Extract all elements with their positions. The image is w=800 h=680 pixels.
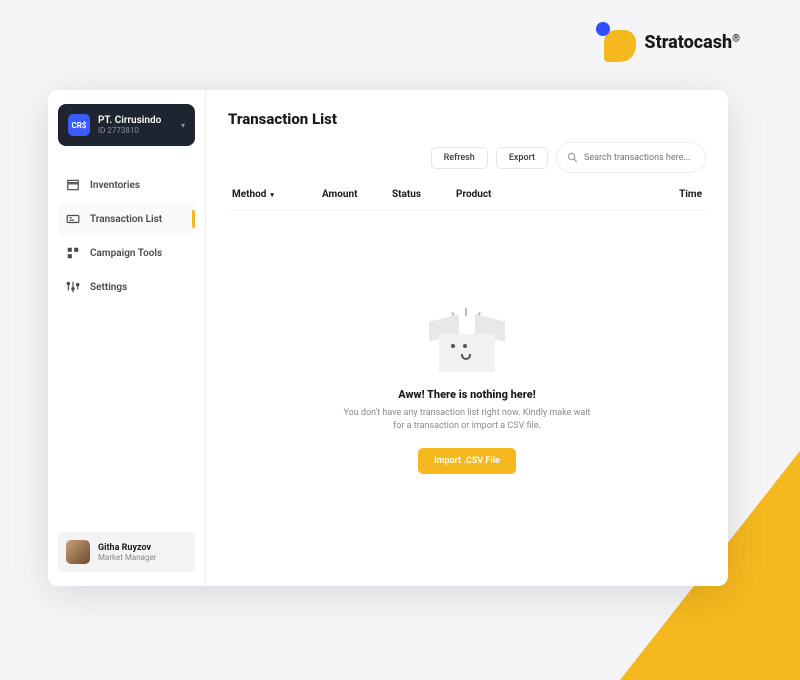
main-content: Transaction List Refresh Export Method ▾… <box>206 90 728 586</box>
column-status[interactable]: Status <box>392 189 456 200</box>
sidebar-item-settings[interactable]: Settings <box>58 270 195 304</box>
sidebar-item-label: Inventories <box>90 180 140 191</box>
brand-name: Stratocash® <box>644 32 740 53</box>
search-box[interactable] <box>556 142 706 173</box>
column-time[interactable]: Time <box>652 189 702 200</box>
sidebar-item-label: Campaign Tools <box>90 248 162 259</box>
settings-icon <box>66 280 80 294</box>
sidebar-item-label: Transaction List <box>90 214 162 225</box>
column-amount[interactable]: Amount <box>322 189 392 200</box>
account-name: PT. Cirrusindo <box>98 115 173 126</box>
empty-description: You don't have any transaction list righ… <box>337 407 597 434</box>
account-switcher[interactable]: CR$ PT. Cirrusindo ID 2773810 ▾ <box>58 104 195 146</box>
search-icon <box>567 148 578 167</box>
import-csv-button[interactable]: Import .CSV File <box>418 448 516 474</box>
chevron-down-icon: ▾ <box>181 121 185 130</box>
user-role: Market Manager <box>98 553 156 562</box>
user-profile-card[interactable]: Githa Ruyzov Market Manager <box>58 532 195 572</box>
inventories-icon <box>66 178 80 192</box>
sidebar: CR$ PT. Cirrusindo ID 2773810 ▾ Inventor… <box>48 90 206 586</box>
sidebar-item-inventories[interactable]: Inventories <box>58 168 195 202</box>
column-product[interactable]: Product <box>456 189 652 200</box>
sidebar-item-label: Settings <box>90 282 127 293</box>
sidebar-nav: Inventories Transaction List Campaign To… <box>58 168 195 304</box>
column-method[interactable]: Method ▾ <box>232 189 322 200</box>
empty-state: Aww! There is nothing here! You don't ha… <box>228 211 706 566</box>
account-badge-icon: CR$ <box>68 114 90 136</box>
account-id: ID 2773810 <box>98 126 173 135</box>
sidebar-item-campaign-tools[interactable]: Campaign Tools <box>58 236 195 270</box>
avatar <box>66 540 90 564</box>
export-button[interactable]: Export <box>496 147 548 169</box>
transaction-icon <box>66 212 80 226</box>
sort-caret-icon: ▾ <box>270 191 274 199</box>
brand-logo <box>596 22 636 62</box>
empty-title: Aww! There is nothing here! <box>398 388 536 401</box>
brand-header: Stratocash® <box>596 22 740 62</box>
sidebar-item-transaction-list[interactable]: Transaction List <box>58 202 195 236</box>
table-header: Method ▾ Amount Status Product Time <box>228 189 706 211</box>
search-input[interactable] <box>584 153 698 163</box>
page-title: Transaction List <box>228 110 706 128</box>
refresh-button[interactable]: Refresh <box>431 147 488 169</box>
user-name: Githa Ruyzov <box>98 543 156 553</box>
campaign-icon <box>66 246 80 260</box>
app-window: CR$ PT. Cirrusindo ID 2773810 ▾ Inventor… <box>48 90 728 586</box>
toolbar: Refresh Export <box>228 142 706 173</box>
empty-box-icon <box>429 314 505 374</box>
